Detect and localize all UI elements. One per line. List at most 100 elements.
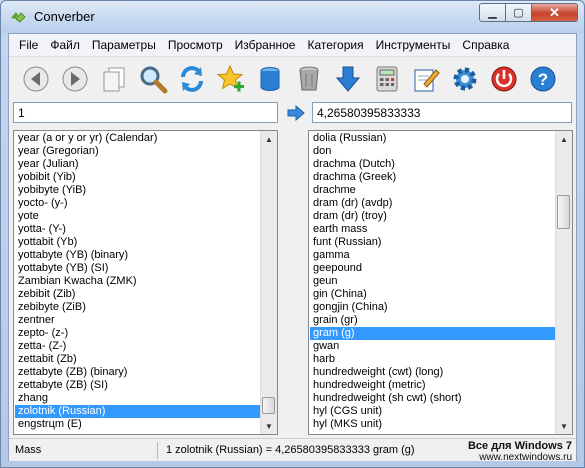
list-item[interactable]: yottabyte (YB) (SI) [15, 262, 260, 275]
list-item[interactable]: zetta- (Z-) [15, 340, 260, 353]
list-item[interactable]: zebibyte (ZiB) [15, 301, 260, 314]
back-button[interactable] [19, 62, 53, 96]
list-item[interactable]: drachma (Greek) [310, 171, 555, 184]
list-item[interactable]: yocto- (y-) [15, 197, 260, 210]
scroll-down-arrow-icon[interactable]: ▼ [556, 418, 572, 434]
list-item[interactable]: grain (gr) [310, 314, 555, 327]
watermark-title: Все для Windows 7 [467, 440, 572, 452]
list-item[interactable]: gamma [310, 249, 555, 262]
value-input[interactable] [13, 102, 278, 123]
help-button[interactable]: ? [526, 62, 560, 96]
swap-button[interactable] [175, 62, 209, 96]
list-item[interactable]: hundredweight (metric) [310, 379, 555, 392]
list-item[interactable]: yobibit (Yib) [15, 171, 260, 184]
list-item[interactable]: gram (g) [310, 327, 555, 340]
calculator-button[interactable] [370, 62, 404, 96]
list-item[interactable]: drachma (Dutch) [310, 158, 555, 171]
edit-notepad-icon [414, 68, 440, 91]
menu-view[interactable]: Просмотр [162, 35, 229, 55]
list-item[interactable]: gin (China) [310, 288, 555, 301]
menu-category[interactable]: Категория [301, 35, 369, 55]
list-item[interactable]: yottabyte (YB) (binary) [15, 249, 260, 262]
from-unit-list[interactable]: year (a or y or yr) (Calendar) year (Greg… [13, 130, 278, 435]
svg-text:?: ? [538, 70, 548, 89]
list-item[interactable]: Zambian Kwacha (ZMK) [15, 275, 260, 288]
to-unit-list[interactable]: dolia (Russian) don drachma (Dutch) drachma… [308, 130, 573, 435]
menu-parameters[interactable]: Параметры [86, 35, 162, 55]
trash-bin-icon [299, 66, 319, 90]
list-item[interactable]: funt (Russian) [310, 236, 555, 249]
menu-help[interactable]: Справка [456, 35, 515, 55]
list-item[interactable]: dram (dr) (troy) [310, 210, 555, 223]
scroll-down-arrow-icon[interactable]: ▼ [261, 418, 277, 434]
status-category: Mass [15, 444, 42, 456]
from-list-scrollbar[interactable]: ▲ ▼ [260, 131, 277, 434]
status-bar: Mass 1 zolotnik (Russian) = 4,2658039583… [9, 438, 576, 463]
list-item[interactable]: zettabyte (ZB) (binary) [15, 366, 260, 379]
maximize-button[interactable]: ▢ [506, 3, 532, 22]
download-arrow-icon [335, 66, 361, 92]
menu-tools[interactable]: Инструменты [370, 35, 457, 55]
minimize-icon: ▁ [488, 7, 497, 19]
scroll-up-arrow-icon[interactable]: ▲ [261, 131, 277, 147]
list-item[interactable]: zebibit (Zib) [15, 288, 260, 301]
result-output[interactable] [312, 102, 572, 123]
list-item[interactable]: hyl (MKS unit) [310, 418, 555, 431]
from-list-scroll-thumb[interactable] [262, 397, 275, 414]
list-item[interactable]: zhang [15, 392, 260, 405]
list-item[interactable]: geepound [310, 262, 555, 275]
watermark-url: www.nextwindows.ru [479, 452, 572, 463]
menu-favorites[interactable]: Избранное [229, 35, 302, 55]
trash-button[interactable] [292, 62, 326, 96]
copy-button[interactable] [97, 62, 131, 96]
list-item[interactable]: yote [15, 210, 260, 223]
list-item[interactable]: harb [310, 353, 555, 366]
title-bar[interactable]: Converber ▁ ▢ ✕ [1, 1, 584, 33]
help-icon: ? [530, 66, 556, 91]
list-item[interactable]: gwan [310, 340, 555, 353]
list-item[interactable]: zentner [15, 314, 260, 327]
close-button[interactable]: ✕ [532, 3, 578, 22]
power-button[interactable] [487, 62, 521, 96]
to-list-scroll-thumb[interactable] [557, 195, 570, 229]
list-item[interactable]: yottabit (Yb) [15, 236, 260, 249]
list-item[interactable]: year (Gregorian) [15, 145, 260, 158]
window-title: Converber [34, 9, 95, 24]
list-item[interactable]: dram (dr) (avdp) [310, 197, 555, 210]
list-item[interactable]: don [310, 145, 555, 158]
menu-bar: File Файл Параметры Просмотр Избранное К… [9, 34, 576, 57]
database-button[interactable] [253, 62, 287, 96]
list-item[interactable]: zolotnik (Russian) [15, 405, 260, 418]
list-item[interactable]: earth mass [310, 223, 555, 236]
scroll-up-arrow-icon[interactable]: ▲ [556, 131, 572, 147]
list-item[interactable]: yobibyte (YiB) [15, 184, 260, 197]
magnifier-icon [140, 66, 168, 93]
add-favorite-button[interactable] [214, 62, 248, 96]
list-item[interactable]: hyl (CGS unit) [310, 405, 555, 418]
menu-file-en[interactable]: File [9, 35, 44, 55]
list-item[interactable]: zettabit (Zb) [15, 353, 260, 366]
to-list-scrollbar[interactable]: ▲ ▼ [555, 131, 572, 434]
toolbar: ? [9, 57, 576, 100]
list-item[interactable]: yotta- (Y-) [15, 223, 260, 236]
list-item[interactable]: zettabyte (ZB) (SI) [15, 379, 260, 392]
settings-button[interactable] [448, 62, 482, 96]
list-item[interactable]: gongjin (China) [310, 301, 555, 314]
minimize-button[interactable]: ▁ [479, 3, 506, 22]
list-item[interactable]: geun [310, 275, 555, 288]
list-item[interactable]: year (a or y or yr) (Calendar) [15, 132, 260, 145]
edit-button[interactable] [409, 62, 443, 96]
list-item[interactable]: dolia (Russian) [310, 132, 555, 145]
list-item[interactable]: hundredweight (sh cwt) (short) [310, 392, 555, 405]
download-button[interactable] [331, 62, 365, 96]
menu-file[interactable]: Файл [44, 35, 86, 55]
list-item[interactable]: engstrцm (E) [15, 418, 260, 431]
forward-button[interactable] [58, 62, 92, 96]
list-item[interactable]: hundredweight (cwt) (long) [310, 366, 555, 379]
list-item[interactable]: drachme [310, 184, 555, 197]
search-button[interactable] [136, 62, 170, 96]
swap-refresh-icon [181, 65, 203, 92]
list-item[interactable]: zepto- (z-) [15, 327, 260, 340]
list-item[interactable]: year (Julian) [15, 158, 260, 171]
status-conversion: 1 zolotnik (Russian) = 4,26580395833333 … [166, 444, 415, 456]
